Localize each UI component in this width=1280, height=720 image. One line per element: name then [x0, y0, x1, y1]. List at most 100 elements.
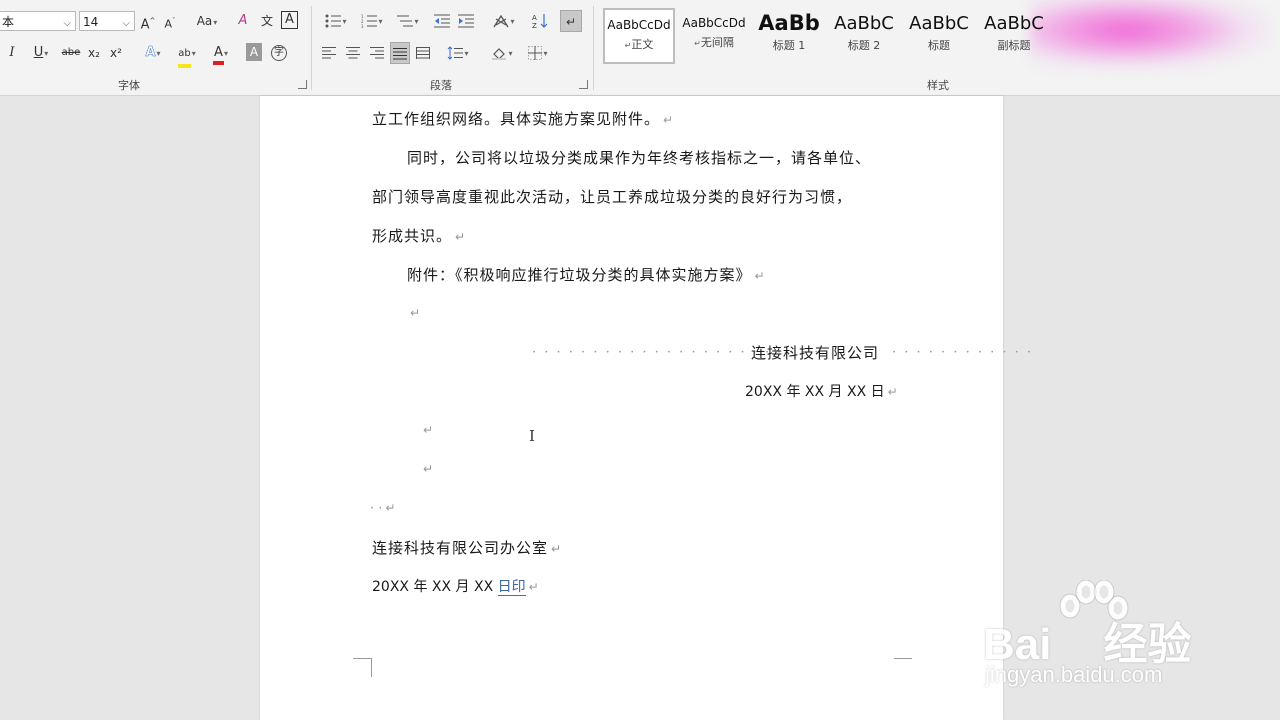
paragraph-mark-icon: ↵ — [551, 542, 563, 556]
italic-button[interactable]: I — [4, 42, 20, 64]
bullets-button[interactable]: ▾ — [320, 10, 352, 32]
paragraph-mark-icon: ↵ — [528, 580, 539, 594]
paragraph-mark-icon: ↵ — [423, 423, 435, 437]
print-date-suffix: 日印 — [497, 579, 526, 596]
font-group-label: 字体 — [118, 79, 140, 92]
style-title[interactable]: AaBbC 标题 — [903, 8, 975, 64]
chevron-down-icon[interactable]: ⌵ — [63, 14, 71, 34]
body-line: 同时，公司将以垃圾分类成果作为年终考核指标之一，请各单位、 — [407, 147, 871, 168]
styles-group-label: 样式 — [927, 79, 949, 92]
style-heading-1[interactable]: AaBb 标题 1 — [753, 8, 825, 64]
margin-corner-mark — [353, 658, 372, 677]
increase-indent-icon — [458, 14, 474, 27]
style-name: 标题 2 — [847, 39, 881, 52]
subscript-icon: x₂ — [88, 46, 100, 60]
align-center-button[interactable] — [344, 42, 362, 64]
paragraph-text: 部门领导高度重视此次活动，让员工养成垃圾分类的良好行为习惯， — [372, 188, 853, 206]
font-size-value: 14 — [83, 15, 99, 29]
chinese-layout-button[interactable]: ▾ — [488, 10, 520, 32]
paragraph-group-label: 段落 — [430, 79, 452, 92]
superscript-icon: x² — [110, 46, 122, 60]
font-dialog-launcher[interactable] — [298, 80, 307, 89]
font-name-value: 本 — [2, 15, 15, 29]
eraser-icon: A — [238, 13, 248, 28]
char-border-button[interactable]: A — [281, 11, 298, 29]
highlight-button[interactable]: ab ▾ — [172, 42, 202, 68]
style-heading-2[interactable]: AaBbC 标题 2 — [828, 8, 900, 64]
chinese-layout-icon — [493, 14, 510, 27]
body-line: 形成共识。 ↵ — [372, 225, 466, 246]
decrease-indent-button[interactable] — [432, 10, 452, 32]
document-page[interactable]: 立工作组织网络。具体实施方案见附件。 ↵ 同时，公司将以垃圾分类成果作为年终考核指… — [260, 96, 1031, 720]
enclose-char-icon: 字 — [271, 45, 287, 61]
show-marks-button[interactable]: ↵ — [560, 10, 582, 32]
style-sample: AaBbC — [909, 13, 969, 34]
underline-icon: U — [33, 45, 44, 60]
style-normal[interactable]: AaBbCcDd ↵正文 — [603, 8, 675, 64]
style-name: 无间隔 — [700, 36, 734, 49]
align-right-button[interactable] — [368, 42, 386, 64]
empty-line: ↵ — [420, 459, 434, 477]
style-name: 标题 1 — [772, 39, 806, 52]
style-sample: AaBb — [758, 11, 820, 35]
office-name-text: 连接科技有限公司办公室 — [372, 539, 549, 557]
office-name-line: 连接科技有限公司办公室 ↵ — [372, 537, 562, 558]
paragraph-dialog-launcher[interactable] — [579, 80, 588, 89]
highlight-color-bar — [178, 64, 191, 68]
clear-format-button[interactable]: A — [234, 10, 252, 32]
shading-button[interactable]: ▾ — [486, 42, 518, 64]
style-no-spacing[interactable]: AaBbCcDd ↵无间隔 — [678, 8, 750, 64]
strikethrough-button[interactable]: abe — [60, 42, 82, 64]
phonetic-guide-button[interactable]: 文 — [258, 10, 276, 32]
font-color-button[interactable]: A ▾ — [206, 42, 236, 65]
empty-line: ↵ — [420, 420, 434, 438]
style-name: 正文 — [631, 38, 654, 51]
line-spacing-icon — [448, 45, 464, 60]
text-effects-button[interactable]: A▾ — [138, 42, 168, 64]
leader-dots: · · — [370, 501, 383, 516]
numbering-button[interactable]: 1 2 3 ▾ — [356, 10, 388, 32]
font-color-label: A — [214, 45, 223, 60]
enclose-char-button[interactable]: 字 — [270, 42, 288, 64]
paint-bucket-icon — [492, 47, 507, 60]
body-line: 附件：《积极响应推行垃圾分类的具体实施方案》 ↵ — [407, 264, 766, 285]
style-sample: AaBbCcDd — [607, 18, 671, 32]
multilevel-list-button[interactable]: ▾ — [392, 10, 424, 32]
highlight-icon: ab — [178, 43, 191, 68]
borders-button[interactable]: ▾ — [522, 42, 554, 64]
char-shading-icon: A — [249, 45, 259, 59]
distributed-button[interactable] — [414, 42, 432, 64]
increase-indent-button[interactable] — [456, 10, 476, 32]
grow-font-button[interactable]: A^ — [140, 10, 156, 32]
numbering-icon: 123 — [361, 14, 378, 28]
char-border-icon: A — [285, 12, 294, 27]
style-sample: AaBbC — [834, 13, 894, 34]
strikethrough-icon: abe — [61, 47, 81, 58]
print-date-line: 20XX 年 XX 月 XX 日印 ↵ — [372, 576, 539, 596]
paragraph-text: 同时，公司将以垃圾分类成果作为年终考核指标之一，请各单位、 — [407, 149, 872, 167]
char-shading-button[interactable]: A — [246, 43, 262, 61]
font-size-combo[interactable]: 14 ⌵ — [79, 11, 135, 31]
italic-icon: I — [9, 45, 15, 60]
align-left-button[interactable] — [320, 42, 338, 64]
line-spacing-button[interactable]: ▾ — [442, 42, 474, 64]
font-name-combo[interactable]: 本 ⌵ — [0, 11, 76, 31]
chevron-down-icon[interactable]: ⌵ — [122, 14, 130, 34]
watermark-url: jingyan.baidu.com — [985, 662, 1163, 687]
paragraph-mark-icon: ↵ — [455, 230, 467, 244]
superscript-button[interactable]: x² — [108, 42, 124, 64]
paragraph-mark-icon: ↵ — [423, 462, 435, 476]
underline-button[interactable]: U▾ — [26, 42, 56, 64]
blurred-overlay — [1030, 0, 1270, 70]
group-divider — [593, 6, 594, 90]
shrink-font-button[interactable]: Aˇ — [162, 10, 178, 32]
style-subtitle[interactable]: AaBbC 副标题 — [978, 8, 1050, 64]
sort-button[interactable]: AZ — [530, 10, 550, 32]
sign-date-line: 20XX 年 XX 月 XX 日 ↵ — [745, 381, 898, 401]
change-case-button[interactable]: Aa▾ — [192, 10, 222, 32]
distributed-icon — [416, 46, 430, 59]
justify-button[interactable] — [390, 42, 410, 64]
subscript-button[interactable]: x₂ — [86, 42, 102, 64]
leader-dots: · · · · · · · · · · · · — [892, 345, 1034, 360]
phonetic-guide-icon: 文 — [260, 14, 273, 28]
